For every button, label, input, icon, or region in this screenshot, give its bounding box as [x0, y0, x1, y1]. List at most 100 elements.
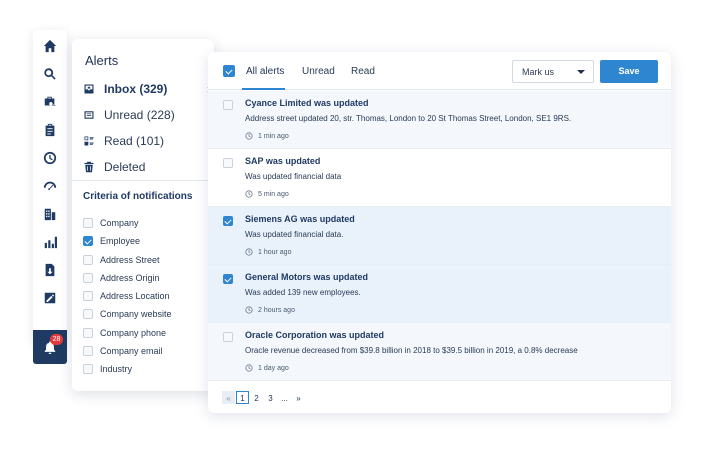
alert-description: Oracle revenue decreased from $39.8 bill…: [245, 346, 578, 355]
folder-unread-label: Unread (228): [104, 108, 175, 122]
pagination-ellipsis: ...: [281, 394, 288, 403]
criteria-label: Industry: [100, 364, 133, 374]
tab-all-alerts[interactable]: All alerts: [246, 66, 284, 77]
criteria-company-phone[interactable]: Company phone: [83, 328, 166, 338]
notification-count-badge: 28: [50, 334, 63, 345]
criteria-address-origin[interactable]: Address Origin: [83, 273, 160, 283]
divider: [72, 180, 214, 181]
clock-icon: [245, 248, 253, 256]
criteria-company-website[interactable]: Company website: [83, 309, 172, 319]
checkbox[interactable]: [83, 346, 93, 356]
criteria-label: Company phone: [100, 328, 167, 338]
alert-title[interactable]: Siemens AG was updated: [245, 214, 355, 224]
alert-description: Was updated financial data.: [245, 230, 344, 239]
alerts-panel: Alerts Inbox (329) › Unread (228) Read (…: [72, 39, 214, 391]
nav-exports[interactable]: [33, 256, 67, 284]
criteria-label: Company website: [100, 309, 172, 319]
folder-inbox[interactable]: Inbox (329) ›: [83, 79, 211, 99]
alert-title[interactable]: Oracle Corporation was updated: [245, 330, 384, 340]
tab-read[interactable]: Read: [351, 66, 375, 77]
alert-row[interactable]: General Motors was updated Was added 139…: [208, 265, 671, 323]
alert-title[interactable]: Cyance Limited was updated: [245, 98, 369, 108]
checkbox[interactable]: [83, 273, 93, 283]
nav-search[interactable]: [33, 60, 67, 88]
alert-row[interactable]: Cyance Limited was updated Address stree…: [208, 91, 671, 149]
tabs-bar: All alerts Unread Read Mark us Save: [208, 52, 671, 90]
alert-time: 5 min ago: [245, 190, 289, 198]
criteria-label: Address Street: [100, 255, 160, 265]
alert-row[interactable]: Oracle Corporation was updated Oracle re…: [208, 323, 671, 381]
briefcase-search-icon: [44, 96, 56, 107]
folder-read[interactable]: Read (101): [83, 131, 211, 151]
folder-inbox-label: Inbox (329): [104, 82, 168, 96]
row-checkbox-checked[interactable]: [223, 216, 233, 226]
nav-notes[interactable]: [33, 284, 67, 312]
alert-time-text: 1 hour ago: [258, 248, 292, 256]
alert-row[interactable]: SAP was updated Was updated financial da…: [208, 149, 671, 207]
bar-chart-icon: [44, 236, 57, 249]
nav-reports[interactable]: [33, 228, 67, 256]
row-checkbox[interactable]: [223, 158, 233, 168]
clipboard-icon: [45, 123, 55, 137]
pagination-next[interactable]: »: [292, 391, 305, 404]
checkbox[interactable]: [83, 309, 93, 319]
criteria-label: Address Location: [100, 291, 170, 301]
pagination-page-2[interactable]: 2: [250, 391, 263, 404]
alert-row[interactable]: Siemens AG was updated Was updated finan…: [208, 207, 671, 265]
criteria-industry[interactable]: Industry: [83, 364, 132, 374]
edit-document-icon: [44, 292, 56, 304]
select-all-checkbox[interactable]: [223, 65, 235, 77]
row-checkbox[interactable]: [223, 332, 233, 342]
checkbox-checked[interactable]: [83, 236, 93, 246]
pagination-page-1[interactable]: 1: [236, 391, 249, 404]
folder-unread[interactable]: Unread (228): [83, 105, 211, 125]
alert-title[interactable]: General Motors was updated: [245, 272, 368, 282]
active-tab-indicator: [242, 88, 285, 90]
checkbox[interactable]: [83, 218, 93, 228]
trash-icon: [84, 161, 94, 173]
nav-companies[interactable]: [33, 200, 67, 228]
checkbox[interactable]: [83, 255, 93, 265]
alerts-list-card: All alerts Unread Read Mark us Save Cyan…: [208, 52, 671, 413]
alert-title[interactable]: SAP was updated: [245, 156, 320, 166]
alert-time: 2 hours ago: [245, 306, 295, 314]
criteria-label: Company email: [100, 346, 163, 356]
folder-deleted[interactable]: Deleted: [83, 157, 211, 177]
nav-clipboard[interactable]: [33, 116, 67, 144]
criteria-employee[interactable]: Employee: [83, 236, 140, 246]
criteria-address-location[interactable]: Address Location: [83, 291, 170, 301]
nav-notifications[interactable]: 28: [33, 330, 67, 364]
tab-unread[interactable]: Unread: [302, 66, 335, 77]
row-checkbox[interactable]: [223, 100, 233, 110]
alerts-title: Alerts: [85, 53, 119, 68]
clock-icon: [245, 190, 253, 198]
alert-time-text: 1 min ago: [258, 132, 289, 140]
gauge-icon: [43, 181, 57, 191]
alert-time-text: 1 day ago: [258, 364, 289, 372]
criteria-company[interactable]: Company: [83, 218, 139, 228]
pagination-page-3[interactable]: 3: [264, 391, 277, 404]
criteria-label: Employee: [100, 236, 141, 246]
pagination-prev[interactable]: «: [222, 391, 235, 404]
folder-read-label: Read (101): [104, 134, 165, 148]
alert-description: Was added 139 new employees.: [245, 288, 361, 297]
folder-deleted-label: Deleted: [104, 160, 146, 174]
checkbox[interactable]: [83, 364, 93, 374]
inbox-icon: [84, 84, 94, 94]
mark-as-select[interactable]: Mark us: [512, 60, 594, 83]
criteria-address-street[interactable]: Address Street: [83, 255, 160, 265]
nav-company-search[interactable]: [33, 88, 67, 116]
criteria-company-email[interactable]: Company email: [83, 346, 163, 356]
save-button[interactable]: Save: [600, 60, 658, 83]
checkbox[interactable]: [83, 328, 93, 338]
alert-time: 1 hour ago: [245, 248, 291, 256]
nav-dashboard[interactable]: [33, 172, 67, 200]
checkbox[interactable]: [83, 291, 93, 301]
nav-home[interactable]: [33, 32, 67, 60]
row-checkbox-checked[interactable]: [223, 274, 233, 284]
search-icon: [44, 68, 56, 80]
read-icon: [84, 136, 94, 146]
nav-history[interactable]: [33, 144, 67, 172]
alert-description: Was updated financial data: [245, 172, 342, 181]
alert-time: 1 min ago: [245, 132, 289, 140]
